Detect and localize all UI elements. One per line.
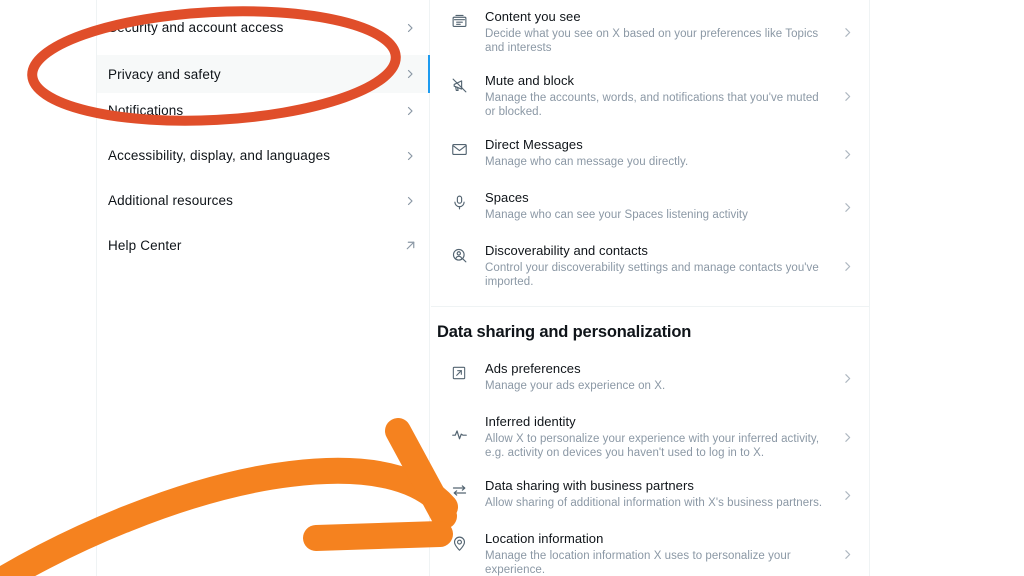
option-description: Allow X to personalize your experience w… — [485, 433, 820, 459]
chevron-right-icon — [839, 201, 855, 214]
option-text: Mute and block Manage the accounts, word… — [473, 73, 839, 119]
option-description: Manage the accounts, words, and notifica… — [485, 92, 819, 118]
chevron-right-icon — [839, 26, 855, 39]
option-description: Allow sharing of additional information … — [485, 497, 823, 509]
external-link-icon — [403, 239, 417, 252]
option-title: Spaces — [485, 190, 529, 205]
option-text: Spaces Manage who can see your Spaces li… — [473, 190, 839, 222]
sidebar-item-privacy-and-safety[interactable]: Privacy and safety — [97, 55, 430, 93]
option-title: Location information — [485, 531, 604, 546]
sidebar-item-label: Notifications — [108, 103, 184, 118]
chevron-right-icon — [839, 90, 855, 103]
sidebar-item-help-center[interactable]: Help Center — [97, 228, 429, 263]
section-header-data-sharing-and-personalization: Data sharing and personalization — [437, 323, 692, 341]
option-row-content-you-see[interactable]: Content you see Decide what you see on X… — [431, 0, 869, 64]
option-description: Decide what you see on X based on your p… — [485, 28, 819, 54]
activity-pulse-icon — [445, 414, 473, 443]
option-text: Direct Messages Manage who can message y… — [473, 137, 839, 169]
option-title: Direct Messages — [485, 137, 583, 152]
option-description: Manage who can message you directly. — [485, 156, 689, 168]
option-row-ads-preferences[interactable]: Ads preferences Manage your ads experien… — [431, 352, 869, 405]
data-transfer-icon — [445, 478, 473, 499]
chevron-right-icon — [403, 195, 417, 207]
option-row-discoverability-and-contacts[interactable]: Discoverability and contacts Control you… — [431, 234, 869, 298]
settings-navigation-panel: Security and account access Privacy and … — [96, 0, 430, 576]
chevron-right-icon — [839, 260, 855, 273]
active-indicator-bar — [428, 55, 430, 93]
option-description: Manage who can see your Spaces listening… — [485, 209, 748, 221]
chevron-right-icon — [839, 548, 855, 561]
sidebar-item-accessibility-display-and-languages[interactable]: Accessibility, display, and languages — [97, 138, 429, 173]
sidebar-item-additional-resources[interactable]: Additional resources — [97, 183, 429, 218]
chevron-right-icon — [403, 105, 417, 117]
person-search-icon — [445, 243, 473, 264]
option-description: Control your discoverability settings an… — [485, 262, 819, 288]
option-row-mute-and-block[interactable]: Mute and block Manage the accounts, word… — [431, 64, 869, 128]
option-description: Manage your ads experience on X. — [485, 380, 666, 392]
option-text: Inferred identity Allow X to personalize… — [473, 414, 839, 460]
option-text: Ads preferences Manage your ads experien… — [473, 361, 839, 393]
option-row-location-information[interactable]: Location information Manage the location… — [431, 522, 869, 576]
sidebar-item-label: Additional resources — [108, 193, 234, 208]
sidebar-item-label: Security and account access — [108, 20, 284, 35]
chevron-right-icon — [839, 148, 855, 161]
chevron-right-icon — [403, 22, 417, 34]
location-pin-icon — [445, 531, 473, 552]
chevron-right-icon — [403, 68, 417, 80]
option-title: Content you see — [485, 9, 581, 24]
sidebar-item-notifications[interactable]: Notifications — [97, 93, 429, 128]
option-description: Manage the location information X uses t… — [485, 550, 791, 576]
chevron-right-icon — [839, 372, 855, 385]
envelope-icon — [445, 137, 473, 158]
chevron-right-icon — [403, 150, 417, 162]
option-row-inferred-identity[interactable]: Inferred identity Allow X to personalize… — [431, 405, 869, 469]
privacy-settings-content-panel: Content you see Decide what you see on X… — [431, 0, 870, 576]
option-title: Mute and block — [485, 73, 575, 88]
external-arrow-box-icon — [445, 361, 473, 381]
option-title: Discoverability and contacts — [485, 243, 648, 258]
option-title: Ads preferences — [485, 361, 581, 376]
option-text: Content you see Decide what you see on X… — [473, 9, 839, 55]
option-text: Data sharing with business partners Allo… — [473, 478, 839, 510]
sidebar-item-label: Accessibility, display, and languages — [108, 148, 331, 163]
microphone-icon — [445, 190, 473, 211]
chevron-right-icon — [839, 431, 855, 444]
content-you-see-icon — [445, 9, 473, 30]
app-screenshot: Security and account access Privacy and … — [0, 0, 1024, 576]
mute-megaphone-icon — [445, 73, 473, 94]
chevron-right-icon — [839, 489, 855, 502]
option-row-direct-messages[interactable]: Direct Messages Manage who can message y… — [431, 128, 869, 181]
option-row-data-sharing-with-business-partners[interactable]: Data sharing with business partners Allo… — [431, 469, 869, 522]
option-title: Inferred identity — [485, 414, 576, 429]
option-text: Location information Manage the location… — [473, 531, 839, 576]
sidebar-item-label: Help Center — [108, 238, 182, 253]
sidebar-item-security-and-account-access[interactable]: Security and account access — [97, 10, 429, 45]
nav-top-spacer — [97, 0, 429, 10]
option-row-spaces[interactable]: Spaces Manage who can see your Spaces li… — [431, 181, 869, 234]
option-title: Data sharing with business partners — [485, 478, 694, 493]
sidebar-item-label: Privacy and safety — [108, 66, 221, 82]
option-text: Discoverability and contacts Control you… — [473, 243, 839, 289]
